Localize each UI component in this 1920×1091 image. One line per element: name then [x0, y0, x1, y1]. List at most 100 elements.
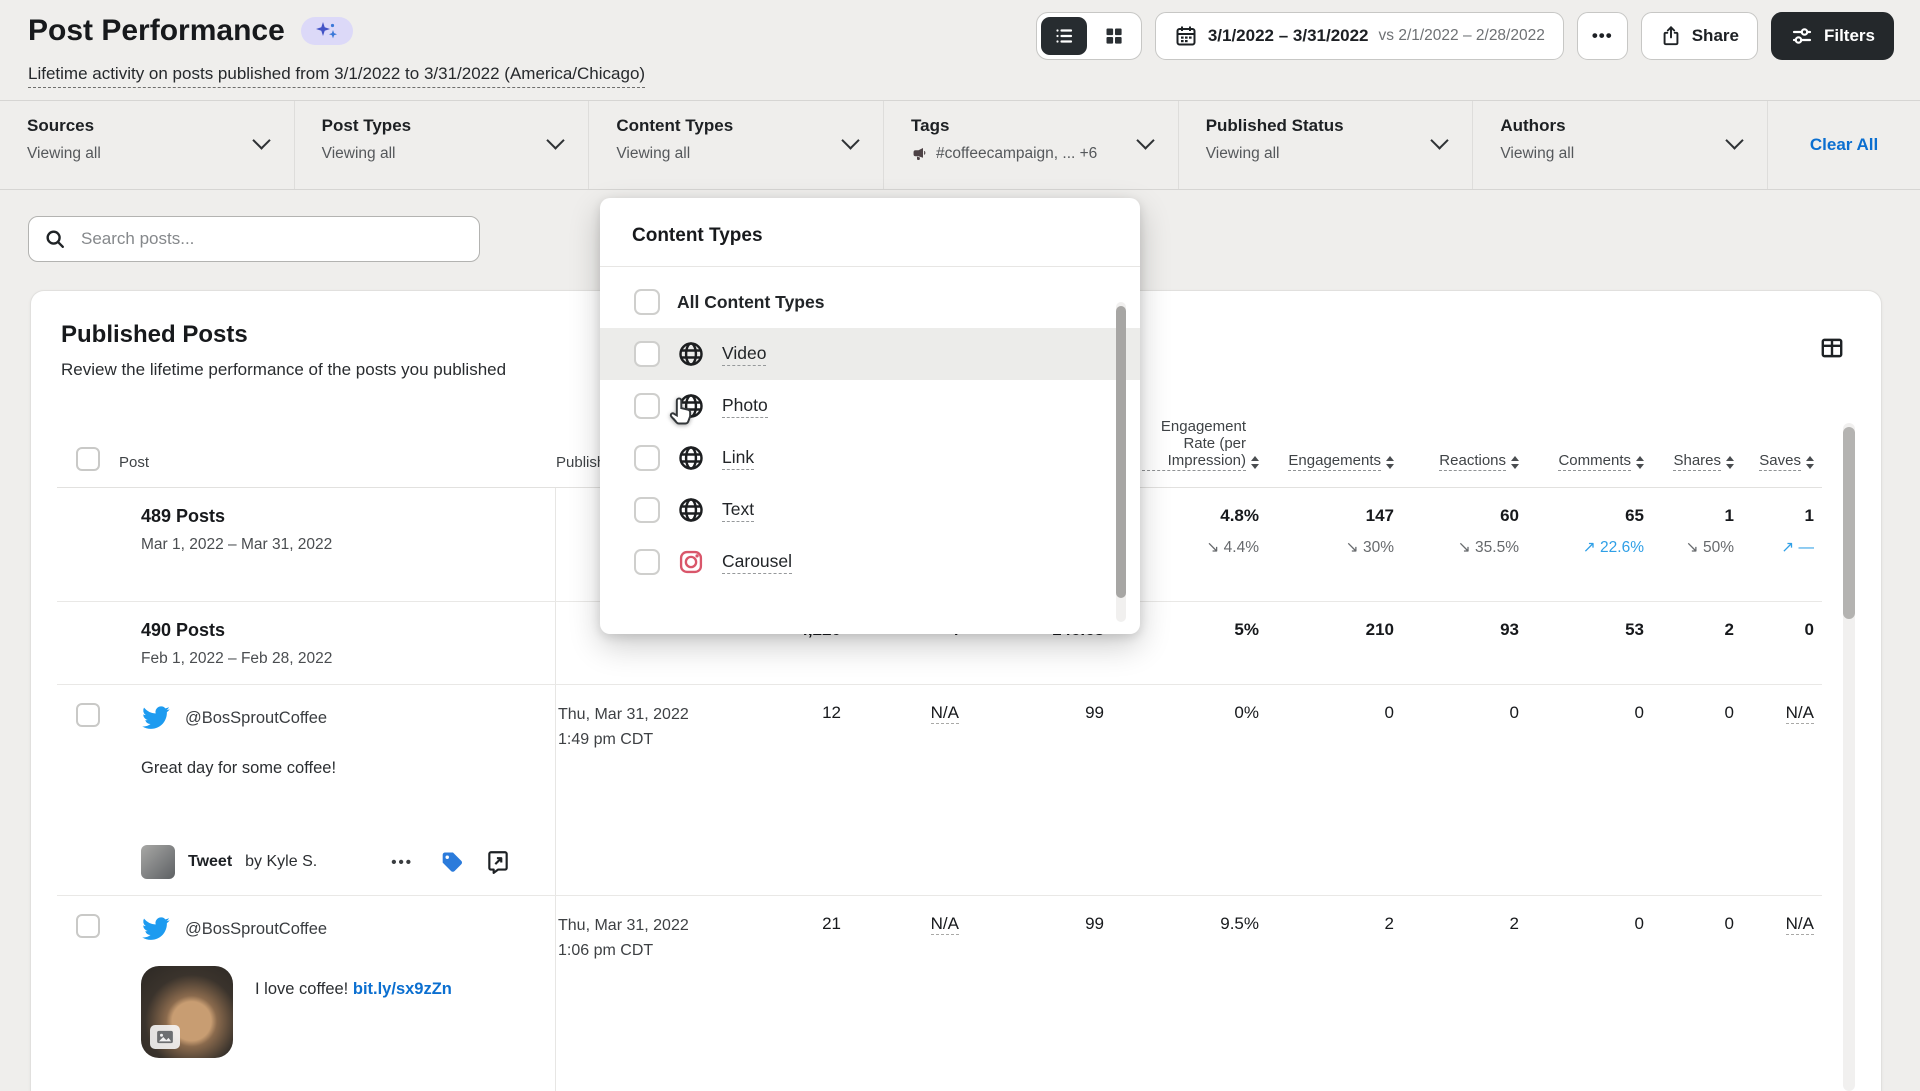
metric-cell: 65↗ 22.6% — [1527, 488, 1652, 601]
reactions-column-header[interactable]: Reactions — [1402, 452, 1527, 473]
dropdown-scrollbar[interactable] — [1116, 302, 1126, 622]
filter-authors[interactable]: Authors Viewing all — [1473, 101, 1767, 189]
sort-icon[interactable] — [1636, 456, 1644, 469]
shares-column-header[interactable]: Shares — [1652, 452, 1742, 473]
metric-cell: N/A — [849, 896, 967, 1091]
tweet-image-thumbnail[interactable] — [141, 966, 233, 1058]
instagram-icon — [677, 548, 705, 576]
metric-cell: 12 — [724, 685, 849, 895]
filter-content-types[interactable]: Content Types Viewing all — [589, 101, 884, 189]
engagements-column-header[interactable]: Engagements — [1267, 452, 1402, 473]
filter-tags[interactable]: Tags #coffeecampaign, ... +6 — [884, 101, 1179, 189]
metric-cell: 210 — [1267, 602, 1402, 684]
globe-icon — [677, 444, 705, 472]
filter-bar: Sources Viewing all Post Types Viewing a… — [0, 100, 1920, 190]
ellipsis-icon: ••• — [1592, 26, 1613, 46]
metric-cell: 0 — [1527, 896, 1652, 1091]
post-performance-page: Post Performance Lifetime activity on po… — [0, 0, 1920, 1091]
dropdown-item-carousel[interactable]: Carousel — [600, 536, 1140, 588]
share-label: Share — [1692, 26, 1739, 46]
tweet-handle: @BosSproutCoffee — [185, 709, 327, 728]
table-grid-icon — [1819, 335, 1845, 361]
more-options-button[interactable]: ••• — [1577, 12, 1628, 60]
filter-post-types[interactable]: Post Types Viewing all — [295, 101, 590, 189]
table-row-tweet-kyle: @BosSproutCoffee Great day for some coff… — [57, 685, 1822, 896]
tweet-handle: @BosSproutCoffee — [185, 920, 327, 939]
metric-cell: 99 — [967, 685, 1112, 895]
metric-cell: N/A — [1742, 685, 1822, 895]
page-title: Post Performance — [28, 14, 285, 48]
clear-all-button[interactable]: Clear All — [1804, 134, 1884, 156]
table-scrollbar[interactable] — [1843, 423, 1855, 1091]
post-cell: @BosSproutCoffee I love coffee! bit.ly/s… — [119, 896, 556, 1091]
item-checkbox[interactable] — [634, 341, 660, 367]
tweet-text: I love coffee! bit.ly/sx9zZn — [255, 966, 452, 999]
tweet-link[interactable]: bit.ly/sx9zZn — [353, 980, 452, 998]
sliders-icon — [1790, 24, 1814, 48]
table-scrollbar-thumb[interactable] — [1843, 427, 1855, 619]
filter-published-status[interactable]: Published Status Viewing all — [1179, 101, 1474, 189]
header-controls: 3/1/2022 – 3/31/2022 vs 2/1/2022 – 2/28/… — [1036, 12, 1894, 60]
dropdown-item-all-content-types[interactable]: All Content Types — [600, 276, 1140, 328]
filter-sources[interactable]: Sources Viewing all — [0, 101, 295, 189]
tag-icon[interactable] — [439, 849, 465, 875]
sort-icon[interactable] — [1386, 456, 1394, 469]
author-avatar — [141, 845, 175, 879]
item-checkbox[interactable] — [634, 289, 660, 315]
calendar-icon — [1174, 24, 1198, 48]
sort-icon[interactable] — [1806, 456, 1814, 469]
page-subtitle: Lifetime activity on posts published fro… — [28, 64, 645, 88]
table-view-button[interactable] — [1815, 331, 1849, 365]
twitter-icon — [141, 914, 171, 944]
date-compare-value: vs 2/1/2022 – 2/28/2022 — [1379, 27, 1545, 45]
item-checkbox[interactable] — [634, 445, 660, 471]
comments-column-header[interactable]: Comments — [1527, 452, 1652, 473]
megaphone-icon — [911, 145, 929, 163]
date-range-button[interactable]: 3/1/2022 – 3/31/2022 vs 2/1/2022 – 2/28/… — [1155, 12, 1564, 60]
published-cell: Thu, Mar 31, 2022 1:06 pm CDT — [556, 896, 724, 1091]
grid-view-button[interactable] — [1091, 17, 1137, 55]
metric-cell: 0 — [1742, 602, 1822, 684]
filters-label: Filters — [1824, 26, 1875, 46]
metric-cell: 2 — [1267, 896, 1402, 1091]
item-checkbox[interactable] — [634, 549, 660, 575]
metric-cell: N/A — [1742, 896, 1822, 1091]
item-checkbox[interactable] — [634, 393, 660, 419]
metric-cell: 147↘ 30% — [1267, 488, 1402, 601]
metric-cell: 0 — [1527, 685, 1652, 895]
twitter-icon — [141, 703, 171, 733]
sort-icon[interactable] — [1511, 456, 1519, 469]
dropdown-item-video[interactable]: Video — [600, 328, 1140, 380]
metric-cell: 60↘ 35.5% — [1402, 488, 1527, 601]
tweet-byline: Tweet by Kyle S. ••• — [141, 845, 537, 879]
row-checkbox[interactable] — [76, 914, 100, 938]
saves-column-header[interactable]: Saves — [1742, 452, 1822, 473]
metric-cell: 0% — [1112, 685, 1267, 895]
sort-icon[interactable] — [1726, 456, 1734, 469]
row-checkbox[interactable] — [76, 703, 100, 727]
metric-cell: N/A — [849, 685, 967, 895]
metric-cell: 2 — [1652, 602, 1742, 684]
ai-sparkles-badge[interactable] — [301, 17, 353, 45]
select-all-checkbox[interactable] — [76, 447, 100, 471]
dropdown-item-link[interactable]: Link — [600, 432, 1140, 484]
share-button[interactable]: Share — [1641, 12, 1758, 60]
search-icon — [44, 228, 66, 250]
search-input[interactable] — [79, 228, 464, 250]
post-cell: 490 Posts Feb 1, 2022 – Feb 28, 2022 — [119, 602, 556, 684]
open-post-icon[interactable] — [485, 849, 511, 875]
view-toggle — [1036, 12, 1142, 60]
filters-button[interactable]: Filters — [1771, 12, 1894, 60]
row-more-button[interactable]: ••• — [385, 853, 419, 872]
metric-cell: 0 — [1267, 685, 1402, 895]
dropdown-scrollbar-thumb[interactable] — [1116, 306, 1126, 598]
list-view-icon — [1052, 24, 1076, 48]
sort-icon[interactable] — [1251, 456, 1259, 469]
dropdown-item-text[interactable]: Text — [600, 484, 1140, 536]
list-view-button[interactable] — [1041, 17, 1087, 55]
metric-cell: 1↘ 50% — [1652, 488, 1742, 601]
hand-cursor-icon — [664, 394, 698, 430]
metric-cell: 2 — [1402, 896, 1527, 1091]
metric-cell: 21 — [724, 896, 849, 1091]
item-checkbox[interactable] — [634, 497, 660, 523]
